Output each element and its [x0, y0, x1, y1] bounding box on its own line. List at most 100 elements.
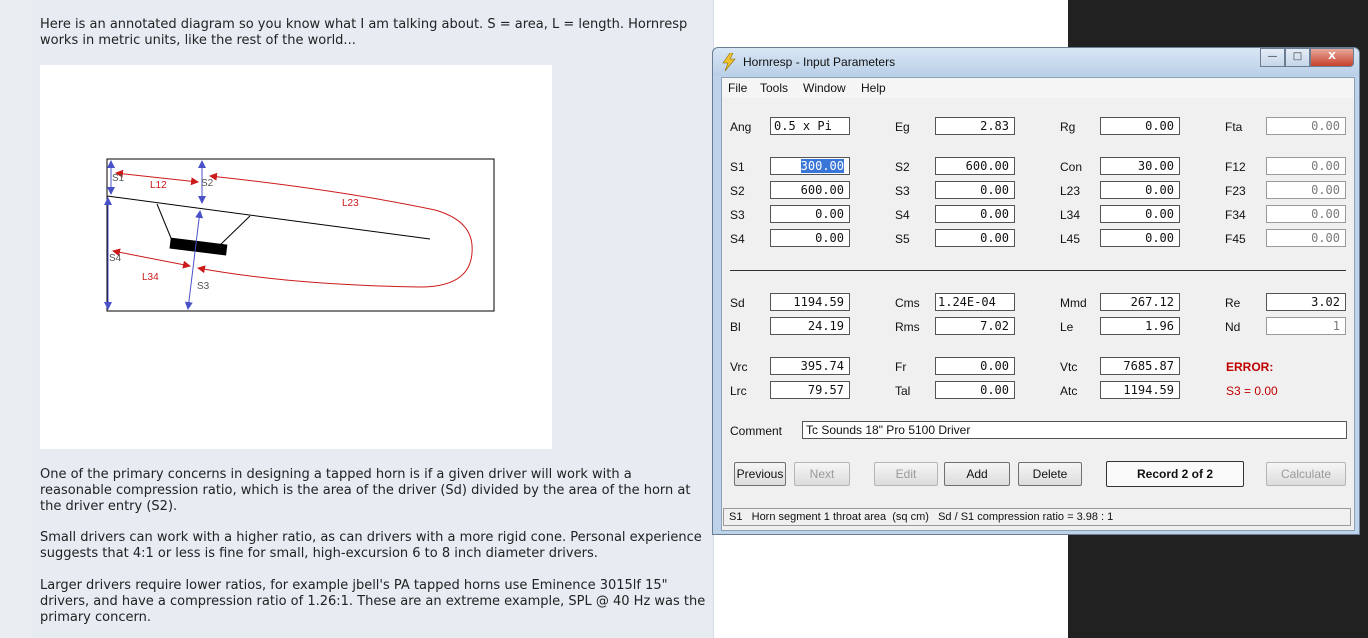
error-message: S3 = 0.00	[1226, 384, 1278, 398]
edit-button[interactable]: Edit	[874, 462, 938, 486]
label-l45: L45	[1060, 232, 1081, 246]
field-eg[interactable]: 2.83	[935, 117, 1015, 135]
field-fta[interactable]: 0.00	[1266, 117, 1346, 135]
previous-button[interactable]: Previous	[734, 462, 786, 486]
post-paragraph-2: Small drivers can work with a higher rat…	[40, 530, 702, 561]
field-s4-row4[interactable]: 0.00	[770, 229, 850, 247]
tapped-horn-diagram: S1 S2 S4 S3 L12 L23 L34	[104, 158, 495, 312]
field-lrc[interactable]: 79.57	[770, 381, 850, 399]
label-l23: L23	[342, 198, 359, 209]
close-button[interactable]: X	[1310, 48, 1354, 67]
field-f23[interactable]: 0.00	[1266, 181, 1346, 199]
label-s3: S3	[895, 184, 910, 198]
label-l23: L23	[1060, 184, 1081, 198]
field-con[interactable]: 30.00	[1100, 157, 1180, 175]
field-f45[interactable]: 0.00	[1266, 229, 1346, 247]
label-atc: Atc	[1060, 384, 1078, 398]
l23-arrow	[197, 172, 473, 288]
label-f12: F12	[1225, 160, 1246, 174]
field-bl[interactable]: 24.19	[770, 317, 850, 335]
field-s1[interactable]: 300.00	[770, 157, 850, 175]
field-l45[interactable]: 0.00	[1100, 229, 1180, 247]
field-fr[interactable]: 0.00	[935, 357, 1015, 375]
calculate-button[interactable]: Calculate	[1266, 462, 1346, 486]
field-s5[interactable]: 0.00	[935, 229, 1015, 247]
label-s1: S1	[112, 173, 125, 184]
menu-help[interactable]: Help	[861, 81, 886, 95]
label-l34: L34	[142, 272, 159, 283]
label-l34: L34	[1060, 208, 1081, 222]
hornresp-window: Hornresp - Input Parameters — □ X File T…	[712, 47, 1360, 535]
field-vrc[interactable]: 395.74	[770, 357, 850, 375]
maximize-button[interactable]: □	[1285, 48, 1310, 67]
label-s4-row4: S4	[730, 232, 745, 246]
field-tal[interactable]: 0.00	[935, 381, 1015, 399]
field-le[interactable]: 1.96	[1100, 317, 1180, 335]
field-f34[interactable]: 0.00	[1266, 205, 1346, 223]
label-s3: S3	[197, 281, 210, 292]
cone-right	[217, 215, 251, 248]
label-con: Con	[1060, 160, 1083, 174]
field-ang[interactable]: 0.5 x Pi	[770, 117, 850, 135]
label-sd: Sd	[730, 296, 745, 310]
left-margin	[0, 0, 32, 638]
window-title: Hornresp - Input Parameters	[743, 55, 896, 69]
label-cms: Cms	[895, 296, 920, 310]
minimize-button[interactable]: —	[1260, 48, 1285, 67]
field-cms[interactable]: 1.24E-04	[935, 293, 1015, 311]
field-s4[interactable]: 0.00	[935, 205, 1015, 223]
error-title: ERROR:	[1226, 360, 1274, 374]
label-eg: Eg	[895, 120, 910, 134]
field-sd[interactable]: 1194.59	[770, 293, 850, 311]
label-s1: S1	[730, 160, 745, 174]
label-rms: Rms	[895, 320, 920, 334]
diagram-card: S1 S2 S4 S3 L12 L23 L34	[40, 65, 552, 449]
menu-tools[interactable]: Tools	[760, 81, 788, 95]
label-l12: L12	[150, 180, 167, 191]
label-f23: F23	[1225, 184, 1246, 198]
label-vrc: Vrc	[730, 360, 748, 374]
status-bar: S1 Horn segment 1 throat area (sq cm) Sd…	[723, 508, 1351, 526]
post-paragraph-3: Larger drivers require lower ratios, for…	[40, 578, 706, 625]
field-s2[interactable]: 600.00	[935, 157, 1015, 175]
label-f34: F34	[1225, 208, 1246, 222]
label-f45: F45	[1225, 232, 1246, 246]
field-vtc[interactable]: 7685.87	[1100, 357, 1180, 375]
field-mmd[interactable]: 267.12	[1100, 293, 1180, 311]
menu-file[interactable]: File	[728, 81, 747, 95]
baffle-line	[106, 195, 431, 240]
field-f12[interactable]: 0.00	[1266, 157, 1346, 175]
next-button[interactable]: Next	[794, 462, 850, 486]
label-s5: S5	[895, 232, 910, 246]
field-re[interactable]: 3.02	[1266, 293, 1346, 311]
delete-button[interactable]: Delete	[1018, 462, 1082, 486]
add-button[interactable]: Add	[944, 462, 1010, 486]
title-bar[interactable]: Hornresp - Input Parameters — □ X	[713, 48, 1359, 76]
label-rg: Rg	[1060, 120, 1076, 134]
field-l23[interactable]: 0.00	[1100, 181, 1180, 199]
cone-left	[156, 203, 174, 244]
label-s2: S2	[895, 160, 910, 174]
field-s3[interactable]: 0.00	[935, 181, 1015, 199]
label-fr: Fr	[895, 360, 907, 374]
label-mmd: Mmd	[1060, 296, 1087, 310]
label-lrc: Lrc	[730, 384, 747, 398]
label-s3-row3: S3	[730, 208, 745, 222]
field-atc[interactable]: 1194.59	[1100, 381, 1180, 399]
field-rg[interactable]: 0.00	[1100, 117, 1180, 135]
field-s2-row2[interactable]: 600.00	[770, 181, 850, 199]
field-nd[interactable]: 1	[1266, 317, 1346, 335]
label-s4: S4	[109, 253, 122, 264]
divider	[730, 270, 1346, 271]
field-rms[interactable]: 7.02	[935, 317, 1015, 335]
field-s3-row3[interactable]: 0.00	[770, 205, 850, 223]
label-nd: Nd	[1225, 320, 1241, 334]
comment-field[interactable]: Tc Sounds 18" Pro 5100 Driver	[802, 421, 1347, 439]
menu-bar: File Tools Window Help	[722, 78, 1354, 98]
label-bl: Bl	[730, 320, 741, 334]
label-vtc: Vtc	[1060, 360, 1078, 374]
lightning-icon	[722, 53, 736, 71]
menu-window[interactable]: Window	[803, 81, 846, 95]
field-l34[interactable]: 0.00	[1100, 205, 1180, 223]
label-re: Re	[1225, 296, 1241, 310]
